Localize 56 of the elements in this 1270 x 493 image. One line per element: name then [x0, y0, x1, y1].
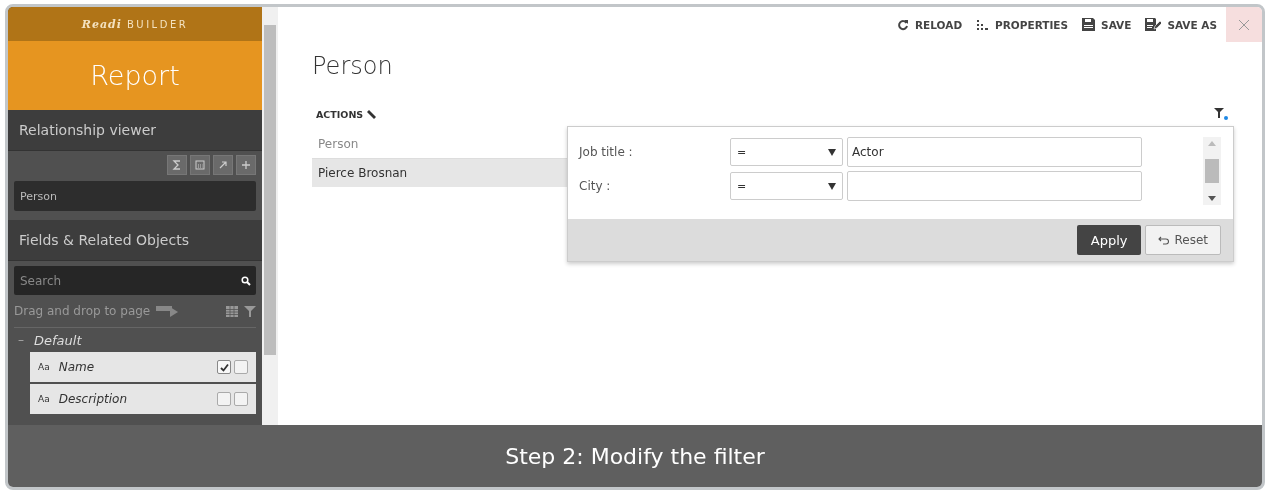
properties-button[interactable]: PROPERTIES	[969, 7, 1076, 42]
reset-button[interactable]: Reset	[1145, 225, 1221, 255]
field-name: Name	[58, 360, 95, 374]
table-cell: Pierce Brosnan	[318, 166, 408, 180]
field-name: Description	[58, 392, 127, 406]
scrollbar[interactable]	[262, 7, 278, 425]
save-button[interactable]: SAVE	[1075, 7, 1139, 42]
apply-button[interactable]: Apply	[1076, 225, 1142, 255]
plus-icon	[241, 160, 251, 170]
filter-icon[interactable]	[1214, 108, 1228, 120]
brand-logo: Readi	[81, 17, 122, 31]
reload-button[interactable]: RELOAD	[890, 7, 970, 42]
checkbox[interactable]	[217, 392, 231, 406]
scroll-down-icon[interactable]	[1208, 196, 1216, 201]
checkbox[interactable]	[217, 360, 231, 374]
step-caption: Step 2: Modify the filter	[8, 425, 1262, 487]
collapse-toggle[interactable]: –	[18, 333, 26, 347]
calculator-icon	[195, 160, 205, 170]
actions-button[interactable]: ACTIONS	[312, 108, 378, 120]
checkbox[interactable]	[234, 392, 248, 406]
operator-dropdown[interactable]: =	[730, 138, 843, 166]
add-button[interactable]	[236, 155, 256, 175]
scroll-up-icon[interactable]	[1208, 141, 1216, 146]
undo-icon	[1158, 235, 1170, 245]
close-icon	[1238, 18, 1250, 31]
reload-icon	[897, 18, 910, 31]
calculator-button[interactable]	[190, 155, 210, 175]
save-icon	[1082, 18, 1096, 31]
dots-icon	[976, 18, 990, 31]
sum-button[interactable]	[167, 155, 187, 175]
drag-hint: Drag and drop to page	[14, 304, 151, 318]
value-field[interactable]	[847, 171, 1142, 201]
link-button[interactable]	[213, 155, 233, 175]
checkbox[interactable]	[234, 360, 248, 374]
caret-icon	[828, 182, 836, 190]
field-item[interactable]: Aa Name	[30, 352, 256, 382]
text-type-icon: Aa	[38, 362, 50, 372]
sigma-icon	[172, 160, 182, 170]
save-as-icon	[1145, 17, 1162, 32]
arrow-icon	[218, 160, 228, 170]
search-field[interactable]: Search	[14, 266, 256, 295]
field-item[interactable]: Aa Description	[30, 384, 256, 414]
caret-icon	[828, 148, 836, 156]
relationship-root-item[interactable]: Person	[14, 181, 256, 211]
search-icon	[241, 276, 251, 286]
scrollbar[interactable]	[1203, 137, 1221, 205]
group-label: Default	[34, 332, 82, 348]
grid-icon[interactable]	[226, 305, 238, 317]
report-title: Report	[8, 41, 262, 110]
save-as-button[interactable]: SAVE AS	[1138, 7, 1224, 42]
wrench-icon	[366, 108, 378, 120]
value-field[interactable]: Actor	[847, 137, 1142, 167]
text-type-icon: Aa	[38, 394, 50, 404]
page-title: Person	[312, 52, 394, 80]
operator-dropdown[interactable]: =	[730, 172, 843, 200]
brand-name: BUILDER	[127, 18, 189, 30]
